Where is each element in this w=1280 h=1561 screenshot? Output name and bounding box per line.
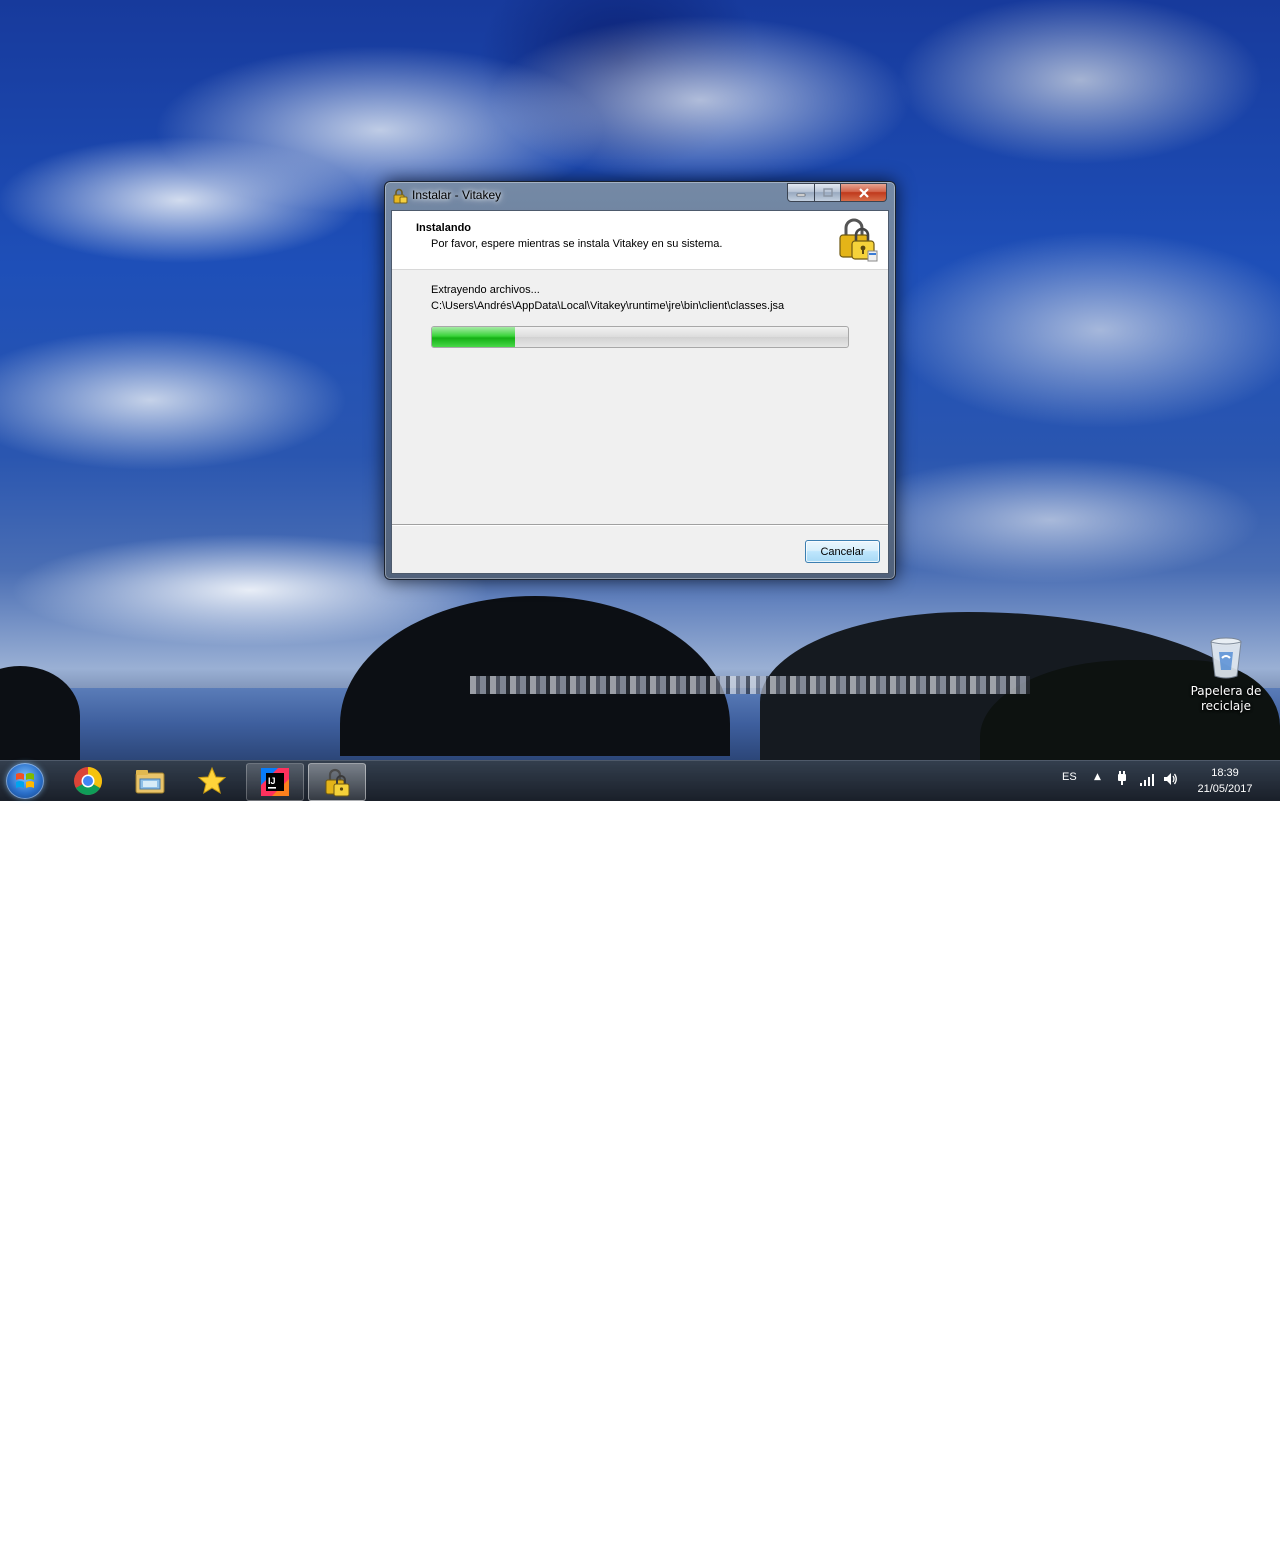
network-signal-icon[interactable] (1139, 772, 1155, 786)
wallpaper-hill-left (0, 666, 80, 760)
clock-time: 18:39 (1211, 767, 1239, 779)
minimize-button[interactable] (787, 183, 815, 202)
footer-separator (392, 524, 888, 526)
taskbar-chrome[interactable] (60, 763, 116, 799)
recycle-bin-label-line2: reciclaje (1201, 699, 1251, 713)
title-bar[interactable]: Instalar - Vitakey (385, 182, 893, 208)
cancel-button[interactable]: Cancelar (805, 540, 880, 563)
close-button[interactable] (841, 183, 887, 202)
installer-client-area: Instalando Por favor, espere mientras se… (391, 210, 889, 574)
header-panel: Instalando Por favor, espere mientras se… (392, 211, 888, 270)
recycle-bin-shortcut[interactable]: Papelera de reciclaje (1186, 636, 1266, 714)
page-heading: Instalando (416, 222, 472, 234)
vitakey-installer-icon (325, 768, 350, 797)
taskbar-favorites[interactable] (184, 763, 240, 799)
svg-text:IJ: IJ (268, 776, 276, 786)
taskbar-vitakey-installer[interactable] (308, 763, 366, 801)
recycle-bin-label-line1: Papelera de (1190, 684, 1262, 698)
start-button[interactable] (6, 763, 44, 799)
wallpaper-town (470, 676, 1030, 694)
caption-buttons (787, 183, 887, 202)
installation-progress-bar (431, 326, 849, 348)
page-subheading: Por favor, espere mientras se instala Vi… (431, 238, 723, 250)
show-desktop-button[interactable] (1266, 1522, 1280, 1561)
file-explorer-icon (135, 770, 165, 794)
maximize-icon (815, 184, 840, 201)
chrome-icon (74, 767, 102, 795)
maximize-button[interactable] (815, 183, 841, 202)
taskbar: IJ (0, 760, 1280, 1561)
progress-bar-fill (432, 327, 515, 347)
show-hidden-icons-icon[interactable]: ▲ (1094, 772, 1101, 782)
language-indicator[interactable]: ES (1062, 771, 1077, 783)
intellij-icon: IJ (261, 768, 289, 796)
current-file-path: C:\Users\Andrés\AppData\Local\Vitakey\ru… (431, 300, 785, 312)
installer-window: Instalar - Vitakey Instalando Por favor,… (384, 181, 896, 580)
star-icon (197, 766, 227, 795)
minimize-icon (788, 184, 814, 201)
taskbar-intellij[interactable]: IJ (246, 763, 304, 801)
window-title: Instalar - Vitakey (412, 188, 502, 202)
close-icon (841, 184, 886, 201)
clock-date: 21/05/2017 (1197, 783, 1253, 795)
padlocks-icon (832, 215, 880, 263)
windows-logo-icon (16, 773, 34, 788)
installer-lock-icon (392, 188, 408, 204)
recycle-bin-icon (1209, 636, 1243, 680)
taskbar-file-explorer[interactable] (122, 763, 178, 799)
status-label: Extrayendo archivos... (431, 284, 540, 296)
system-clock[interactable]: 18:39 21/05/2017 (1190, 765, 1260, 797)
power-plug-icon[interactable] (1114, 770, 1130, 786)
volume-icon[interactable] (1162, 771, 1178, 787)
